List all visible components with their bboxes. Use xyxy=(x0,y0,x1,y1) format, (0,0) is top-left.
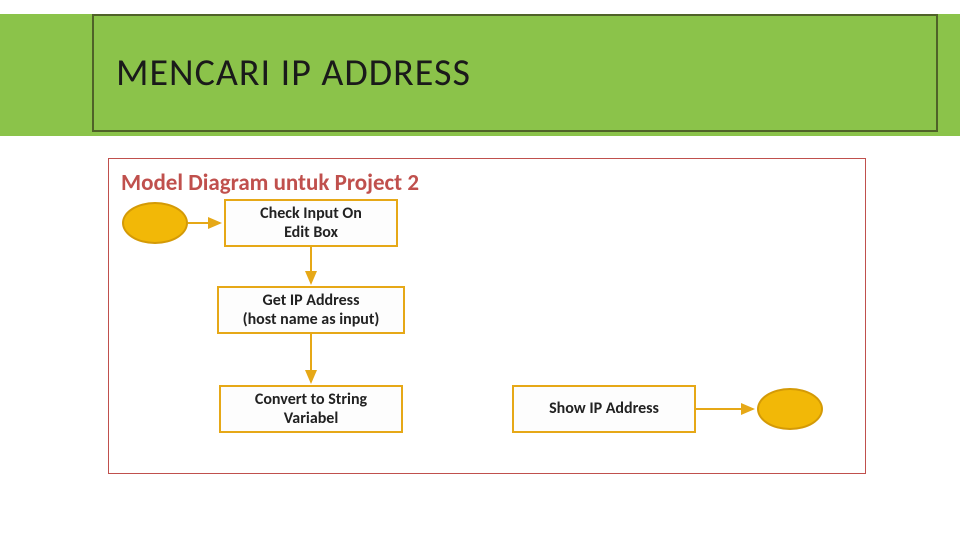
node-label: Convert to StringVariabel xyxy=(227,390,395,428)
node-check-input: Check Input OnEdit Box xyxy=(224,199,398,247)
start-node xyxy=(122,202,188,244)
node-show-ip: Show IP Address xyxy=(512,385,696,433)
node-label: Check Input OnEdit Box xyxy=(232,204,390,242)
node-label: Show IP Address xyxy=(520,399,688,418)
end-node xyxy=(757,388,823,430)
node-label: Get IP Address(host name as input) xyxy=(225,291,397,329)
title-box: MENCARI IP ADDRESS xyxy=(92,14,938,132)
page-title: MENCARI IP ADDRESS xyxy=(116,50,471,96)
diagram-subtitle: Model Diagram untuk Project 2 xyxy=(121,169,853,197)
diagram-panel: Model Diagram untuk Project 2 Check Inpu… xyxy=(108,158,866,474)
node-convert: Convert to StringVariabel xyxy=(219,385,403,433)
node-get-ip: Get IP Address(host name as input) xyxy=(217,286,405,334)
header-bar: MENCARI IP ADDRESS xyxy=(0,14,960,136)
